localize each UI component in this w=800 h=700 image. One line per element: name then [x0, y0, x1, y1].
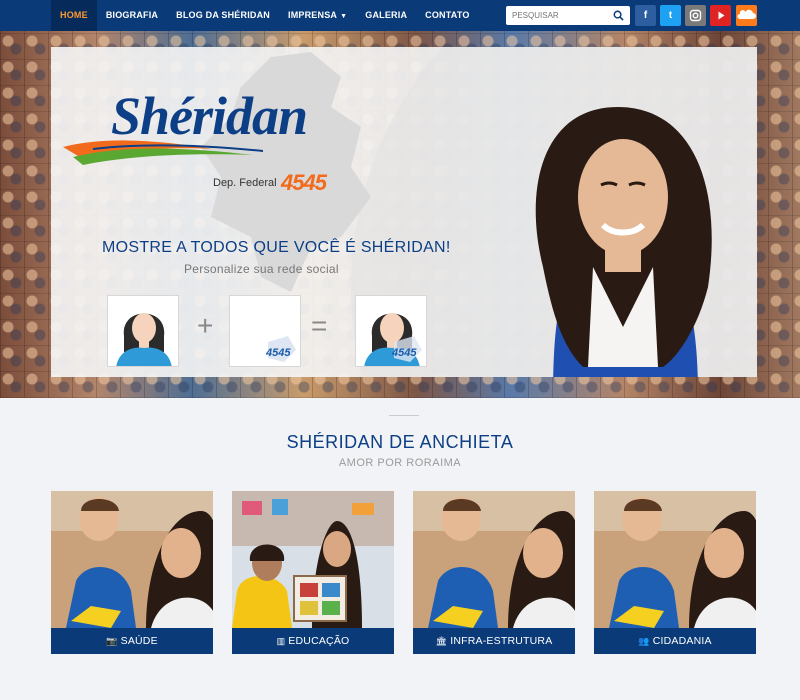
card-label-bar: ▥ EDUCAÇÃO: [232, 628, 394, 654]
logo-number: 4545: [281, 170, 327, 195]
logo-name: Shéridan: [111, 86, 308, 146]
badge-4545-icon: 4545: [265, 336, 296, 362]
plus-sign: +: [197, 310, 214, 341]
hero-banner: Shéridan Dep. Federal 4545 MOSTRE A TODO…: [0, 31, 800, 398]
badge-number: 4545: [265, 347, 291, 359]
twitter-icon[interactable]: t: [660, 5, 681, 26]
female-avatar-with-badge-icon: 4545: [364, 313, 422, 366]
result-badge-number: 4545: [391, 347, 417, 359]
card-photo: [232, 491, 394, 628]
nav-item-home[interactable]: HOME: [51, 0, 97, 31]
chevron-down-icon: ▼: [340, 13, 348, 20]
nav-item-contato[interactable]: CONTATO: [416, 0, 478, 31]
candidate-logo: Shéridan Dep. Federal 4545: [63, 85, 363, 195]
section-divider: [389, 415, 419, 416]
card-photo: [413, 491, 575, 628]
nav-item-imprensa-label: IMPRENSA: [288, 10, 338, 20]
search-icon[interactable]: [613, 10, 624, 21]
top-navbar: HOME BIOGRAFIA BLOG DA SHÉRIDAN IMPRENSA…: [0, 0, 800, 31]
cta-title: MOSTRE A TODOS QUE VOCÊ É SHÉRIDAN!: [102, 239, 451, 256]
card-educacao[interactable]: ▥ EDUCAÇÃO: [232, 491, 394, 654]
camera-icon: 📷: [106, 636, 118, 646]
avatar-profile-box[interactable]: [107, 295, 179, 367]
nav-item-galeria[interactable]: GALERIA: [356, 0, 416, 31]
section-subtitle: AMOR POR RORAIMA: [338, 457, 462, 469]
card-label: SAÚDE: [120, 635, 158, 647]
youtube-icon[interactable]: [710, 5, 731, 26]
card-label-bar: 🏛 INFRA-ESTRUTURA: [413, 628, 575, 654]
card-label: EDUCAÇÃO: [288, 635, 350, 647]
search-input[interactable]: [512, 8, 610, 23]
badge-box[interactable]: 4545: [229, 295, 301, 367]
logo-subtitle: Dep. Federal: [213, 177, 277, 189]
section-title: SHÉRIDAN DE ANCHIETA: [286, 432, 514, 452]
nav-item-biografia[interactable]: BIOGRAFIA: [97, 0, 167, 31]
card-label-bar: 📷 SAÚDE: [51, 628, 213, 654]
nav-menu: HOME BIOGRAFIA BLOG DA SHÉRIDAN IMPRENSA…: [51, 0, 479, 31]
card-saude[interactable]: 📷 SAÚDE: [51, 491, 213, 654]
card-photo: [594, 491, 756, 628]
card-photo: [51, 491, 213, 628]
card-label: INFRA-ESTRUTURA: [450, 635, 553, 647]
nav-item-imprensa[interactable]: IMPRENSA ▼: [279, 0, 356, 31]
search-box: [506, 6, 630, 25]
card-cidadania[interactable]: 👥 CIDADANIA: [594, 491, 756, 654]
cta-subtitle: Personalize sua rede social: [184, 262, 339, 276]
card-label: CIDADANIA: [652, 635, 712, 647]
result-avatar-box[interactable]: 4545: [355, 295, 427, 367]
building-icon: 🏛: [435, 636, 448, 646]
card-infra-estrutura[interactable]: 🏛 INFRA-ESTRUTURA: [413, 491, 575, 654]
facebook-icon[interactable]: f: [635, 5, 656, 26]
nav-item-blog[interactable]: BLOG DA SHÉRIDAN: [167, 0, 279, 31]
instagram-icon[interactable]: [685, 5, 706, 26]
card-label-bar: 👥 CIDADANIA: [594, 628, 756, 654]
soundcloud-icon[interactable]: [736, 5, 757, 26]
users-icon: 👥: [638, 636, 650, 646]
equals-sign: =: [311, 310, 328, 341]
female-avatar-icon: [116, 313, 172, 366]
candidate-portrait: [535, 107, 712, 377]
hero-panel[interactable]: Shéridan Dep. Federal 4545 MOSTRE A TODO…: [51, 47, 757, 377]
book-icon: ▥: [276, 636, 286, 646]
